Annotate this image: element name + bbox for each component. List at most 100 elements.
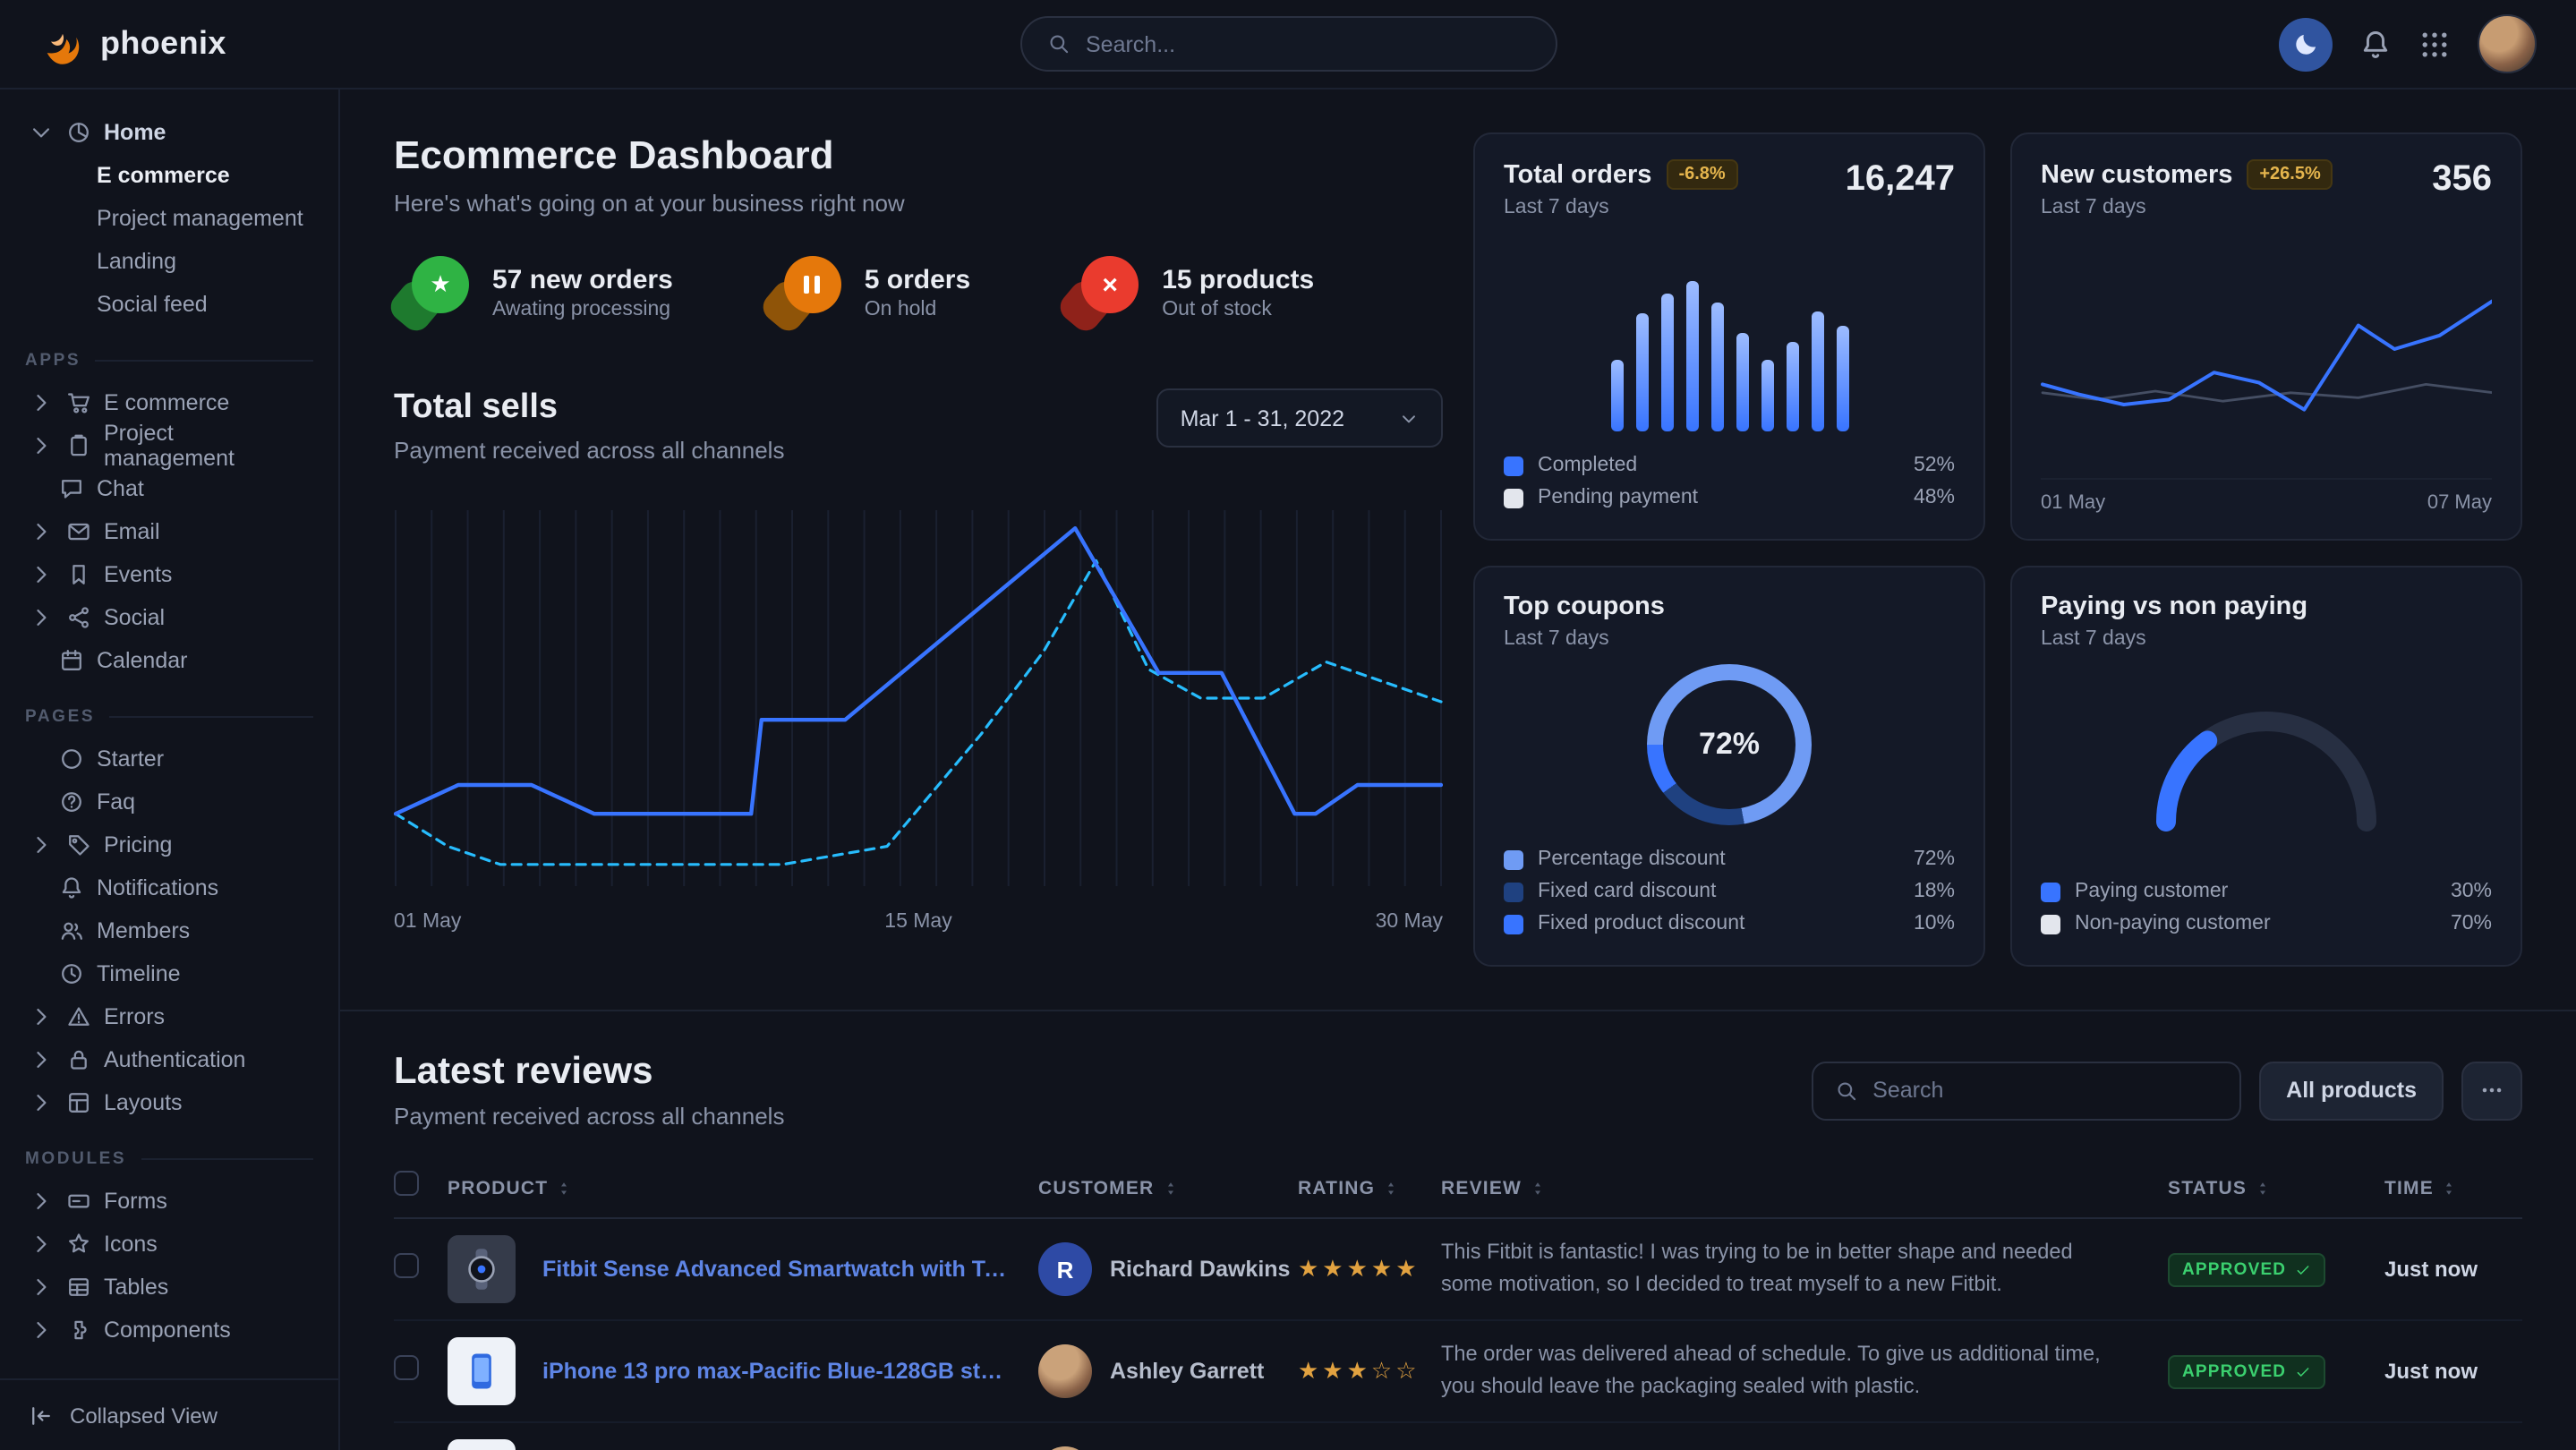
legend-marker: [1504, 849, 1523, 869]
sidebar-item-apps-chat[interactable]: Chat: [18, 467, 320, 510]
new-customers-period: Last 7 days: [2041, 197, 2333, 218]
legend-label: Fixed card discount: [1538, 881, 1716, 902]
total-orders-card: Total orders -6.8% Last 7 days 16,247 Co…: [1473, 132, 1985, 541]
caret-right-icon: [29, 1232, 54, 1257]
legend-marker: [1504, 914, 1523, 934]
brand[interactable]: phoenix: [39, 21, 226, 67]
phoenix-logo-icon: [39, 21, 86, 67]
sidebar-item-apps-email[interactable]: Email: [18, 510, 320, 553]
sidebar-item-home[interactable]: Home: [18, 111, 320, 154]
column-header-customer[interactable]: CUSTOMER: [1038, 1177, 1298, 1198]
sort-arrows-icon: [1382, 1179, 1400, 1197]
forms-icon: [66, 1189, 91, 1214]
sidebar-item-apps-social[interactable]: Social: [18, 596, 320, 639]
sidebar-item-pages-authentication[interactable]: Authentication: [18, 1038, 320, 1081]
customer-cell[interactable]: Ashley Garrett: [1038, 1344, 1298, 1398]
customer-cell[interactable]: [1038, 1446, 1298, 1450]
row-checkbox[interactable]: [394, 1354, 419, 1379]
sidebar-item-project-management[interactable]: Project management: [18, 197, 320, 240]
column-header-product[interactable]: PRODUCT: [448, 1177, 1038, 1198]
sidebar-item-pages-timeline[interactable]: Timeline: [18, 952, 320, 995]
e-commerce-icon: [66, 390, 91, 415]
legend-value: 30%: [2451, 881, 2492, 902]
sidebar-item-pages-starter[interactable]: Starter: [18, 738, 320, 780]
row-checkbox[interactable]: [394, 1252, 419, 1277]
paying-period: Last 7 days: [2041, 628, 2307, 650]
navbar-search-input[interactable]: Search...: [1019, 16, 1557, 72]
sort-arrows-icon: [1161, 1179, 1179, 1197]
sidebar-item-modules-icons[interactable]: Icons: [18, 1223, 320, 1266]
sidebar-item-modules-components[interactable]: Components: [18, 1309, 320, 1352]
product-thumbnail[interactable]: [448, 1439, 516, 1450]
sidebar-section-modules: MODULES: [25, 1149, 313, 1169]
notifications-icon: [59, 875, 84, 900]
dashboard-left-column: Ecommerce Dashboard Here's what's going …: [394, 132, 1443, 967]
chevron-down-icon: [1398, 407, 1420, 429]
sidebar-item-pages-faq[interactable]: Faq: [18, 780, 320, 823]
legend-item-paying-customer: Paying customer 30%: [2041, 875, 2492, 908]
column-header-review[interactable]: REVIEW: [1441, 1177, 2168, 1198]
caret-right-icon: [29, 1318, 54, 1343]
product-link[interactable]: iPhone 13 pro max-Pacific Blue-128GB sto…: [542, 1359, 1038, 1384]
legend-item-non-paying-customer: Non-paying customer70%: [2041, 908, 2492, 940]
ellipsis-icon: [2479, 1078, 2504, 1103]
stat-caption: Out of stock: [1162, 298, 1314, 320]
product-thumbnail[interactable]: [448, 1235, 516, 1303]
all-products-button[interactable]: All products: [2259, 1061, 2444, 1120]
date-range-select[interactable]: Mar 1 - 31, 2022: [1157, 388, 1443, 448]
stat-value: 57 new orders: [492, 264, 673, 294]
review-text: This Fitbit is fantastic! I was trying t…: [1441, 1238, 2168, 1301]
caret-down-icon: [29, 120, 54, 145]
select-all-checkbox[interactable]: [394, 1171, 419, 1196]
home-icon: [66, 120, 91, 145]
reviews-search-input[interactable]: Search: [1812, 1061, 2241, 1120]
components-icon: [66, 1318, 91, 1343]
total-orders-period: Last 7 days: [1504, 197, 1738, 218]
sidebar-item-e-commerce[interactable]: E commerce: [18, 154, 320, 197]
sidebar-item-pages-pricing[interactable]: Pricing: [18, 823, 320, 866]
order-stats: ★57 new ordersAwating processing5 orders…: [394, 256, 1443, 328]
apps-grid-button[interactable]: [2418, 28, 2451, 60]
legend-value: 48%: [1914, 487, 1955, 508]
sidebar-item-modules-tables[interactable]: Tables: [18, 1266, 320, 1309]
stat-caption: Awating processing: [492, 298, 673, 320]
notifications-button[interactable]: [2359, 28, 2392, 60]
legend-label: Paying customer: [2075, 881, 2228, 902]
new-customers-title: New customers: [2041, 160, 2232, 189]
authentication-icon: [66, 1047, 91, 1072]
sort-arrows-icon: [2254, 1179, 2272, 1197]
customer-cell[interactable]: RRichard Dawkins: [1038, 1242, 1298, 1296]
sidebar-item-modules-forms[interactable]: Forms: [18, 1180, 320, 1223]
sidebar-item-landing[interactable]: Landing: [18, 240, 320, 283]
search-icon: [1046, 32, 1070, 55]
user-avatar[interactable]: [2478, 14, 2537, 73]
column-header-rating[interactable]: RATING: [1298, 1177, 1441, 1198]
sidebar-item-apps-events[interactable]: Events: [18, 553, 320, 596]
product-thumbnail[interactable]: [448, 1337, 516, 1405]
sidebar-item-apps-project-management[interactable]: Project management: [18, 424, 320, 467]
legend-label: Percentage discount: [1538, 849, 1726, 870]
customer-name: Ashley Garrett: [1110, 1359, 1264, 1384]
column-header-time[interactable]: TIME: [2384, 1177, 2522, 1198]
sidebar-item-apps-e-commerce[interactable]: E commerce: [18, 381, 320, 424]
legend-value: 70%: [2451, 913, 2492, 934]
sidebar-item-social-feed[interactable]: Social feed: [18, 283, 320, 326]
sidebar-item-pages-layouts[interactable]: Layouts: [18, 1081, 320, 1124]
x-tick-label: 01 May: [394, 911, 461, 933]
column-header-status[interactable]: STATUS: [2168, 1177, 2384, 1198]
collapsed-view-label: Collapsed View: [70, 1403, 218, 1428]
sidebar-item-pages-errors[interactable]: Errors: [18, 995, 320, 1038]
sidebar-item-pages-members[interactable]: Members: [18, 909, 320, 952]
icons-icon: [66, 1232, 91, 1257]
total-orders-value: 16,247: [1846, 159, 1955, 200]
pricing-icon: [66, 832, 91, 857]
moon-icon: [2292, 30, 2319, 57]
sidebar-item-pages-notifications[interactable]: Notifications: [18, 866, 320, 909]
theme-toggle-button[interactable]: [2279, 17, 2333, 71]
collapsed-view-toggle[interactable]: Collapsed View: [0, 1378, 338, 1450]
sidebar-item-apps-calendar[interactable]: Calendar: [18, 639, 320, 682]
product-link[interactable]: Fitbit Sense Advanced Smartwatch with To…: [542, 1257, 1038, 1282]
rating-stars: ★★★☆☆: [1298, 1357, 1420, 1384]
more-options-button[interactable]: [2461, 1061, 2522, 1120]
status-badge: APPROVED: [2168, 1355, 2325, 1389]
